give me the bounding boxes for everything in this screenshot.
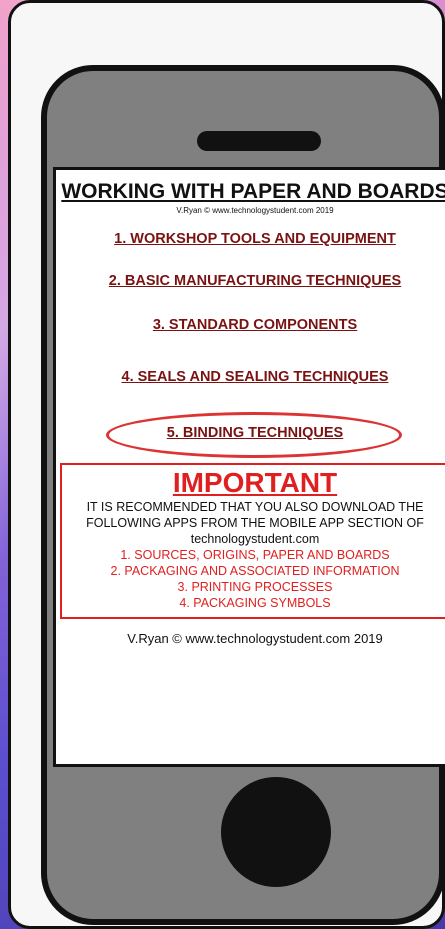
highlight-oval	[106, 412, 402, 458]
speaker-slot	[197, 131, 321, 151]
important-text: IT IS RECOMMENDED THAT YOU ALSO DOWNLOAD…	[86, 500, 424, 546]
home-button[interactable]	[221, 777, 331, 887]
phone-screen: WORKING WITH PAPER AND BOARDS V.Ryan © w…	[53, 167, 445, 767]
app-item: 2. PACKAGING AND ASSOCIATED INFORMATION	[110, 564, 400, 578]
menu-link-standard-components[interactable]: 3. STANDARD COMPONENTS	[56, 317, 445, 333]
device-frame: WORKING WITH PAPER AND BOARDS V.Ryan © w…	[8, 0, 445, 929]
binding-item: 5. BINDING TECHNIQUES	[56, 412, 445, 458]
menu-link-basic-manufacturing[interactable]: 2. BASIC MANUFACTURING TECHNIQUES	[56, 273, 445, 289]
page-title: WORKING WITH PAPER AND BOARDS	[61, 180, 445, 203]
phone-body: WORKING WITH PAPER AND BOARDS V.Ryan © w…	[41, 65, 445, 925]
app-item: 3. PRINTING PROCESSES	[177, 580, 333, 594]
app-item: 4. PACKAGING SYMBOLS	[179, 596, 331, 610]
credit-small: V.Ryan © www.technologystudent.com 2019	[176, 206, 334, 215]
menu-link-workshop-tools[interactable]: 1. WORKSHOP TOOLS AND EQUIPMENT	[56, 231, 445, 247]
menu-link-seals-sealing[interactable]: 4. SEALS AND SEALING TECHNIQUES	[56, 369, 445, 385]
important-box: IMPORTANT IT IS RECOMMENDED THAT YOU ALS…	[60, 463, 445, 619]
footer-credit: V.Ryan © www.technologystudent.com 2019	[127, 631, 383, 646]
app-item: 1. SOURCES, ORIGINS, PAPER AND BOARDS	[120, 548, 390, 562]
important-heading: IMPORTANT	[172, 467, 338, 498]
